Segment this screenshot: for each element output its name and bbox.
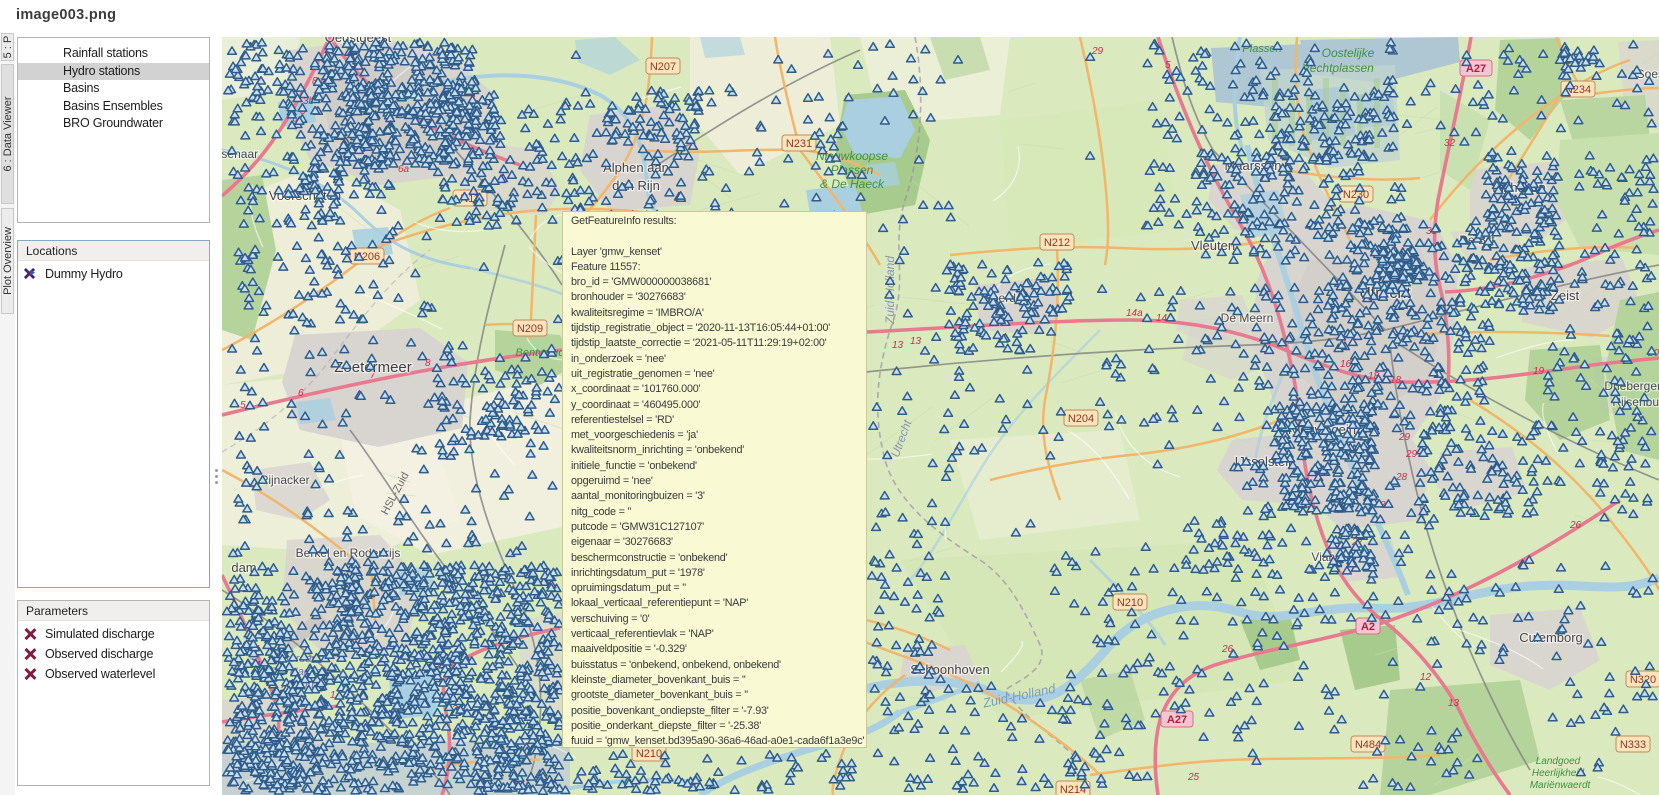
svg-text:N333: N333 xyxy=(1620,739,1646,751)
svg-text:N204: N204 xyxy=(1068,413,1094,425)
svg-text:25: 25 xyxy=(1187,772,1200,783)
svg-text:N207: N207 xyxy=(650,61,676,73)
svg-text:A27: A27 xyxy=(1167,714,1187,726)
svg-text:13: 13 xyxy=(910,336,922,347)
svg-text:A2: A2 xyxy=(1361,621,1375,633)
svg-text:29: 29 xyxy=(1398,432,1411,443)
svg-text:De Meern: De Meern xyxy=(1221,311,1274,325)
svg-text:13: 13 xyxy=(1448,698,1460,709)
svg-text:Landgoed: Landgoed xyxy=(1536,756,1581,767)
svg-text:Mariënwaerdt: Mariënwaerdt xyxy=(1530,780,1592,791)
svg-text:5: 5 xyxy=(240,400,246,411)
svg-text:Oostelijke: Oostelijke xyxy=(1322,46,1375,60)
svg-text:32: 32 xyxy=(1444,138,1456,149)
svg-text:29: 29 xyxy=(1091,46,1104,57)
svg-text:N210: N210 xyxy=(636,748,662,760)
svg-text:Heerlijkheid: Heerlijkheid xyxy=(1532,768,1585,779)
svg-text:14a: 14a xyxy=(1126,308,1143,319)
svg-text:26: 26 xyxy=(1569,520,1582,531)
svg-text:N231: N231 xyxy=(786,138,812,150)
svg-text:N210: N210 xyxy=(1117,597,1143,609)
svg-text:13: 13 xyxy=(892,340,904,351)
svg-text:6: 6 xyxy=(298,388,304,399)
svg-text:29: 29 xyxy=(1405,449,1418,460)
svg-text:Pijnacker: Pijnacker xyxy=(260,473,309,487)
svg-text:19: 19 xyxy=(1533,366,1545,377)
svg-text:6a: 6a xyxy=(398,164,410,175)
svg-text:12: 12 xyxy=(1420,672,1432,683)
svg-text:5: 5 xyxy=(1165,60,1171,71)
svg-text:Culemborg: Culemborg xyxy=(1519,630,1583,645)
svg-text:N209: N209 xyxy=(517,323,543,335)
svg-text:N212: N212 xyxy=(1044,237,1070,249)
svg-text:& De Haeck: & De Haeck xyxy=(820,177,885,191)
